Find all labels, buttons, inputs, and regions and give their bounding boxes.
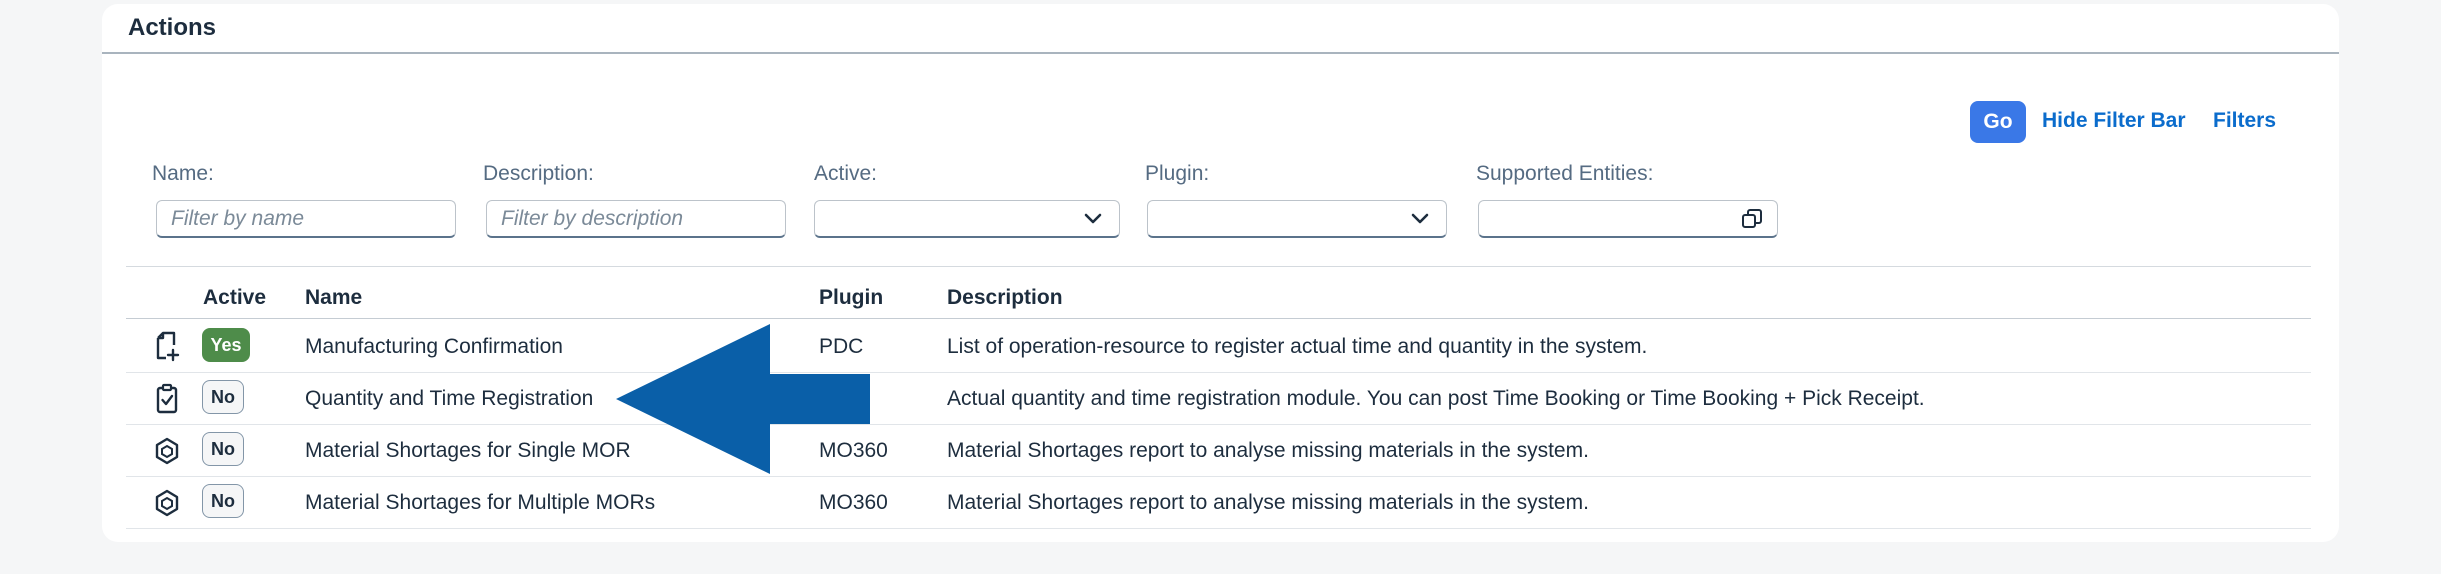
pointer-arrow-icon bbox=[616, 324, 870, 474]
header-divider bbox=[126, 318, 2311, 319]
table-row[interactable]: No Material Shortages for Multiple MORs … bbox=[126, 477, 2311, 528]
status-badge: Yes bbox=[202, 328, 250, 362]
chevron-down-icon bbox=[1411, 213, 1429, 224]
active-filter-select[interactable] bbox=[814, 200, 1120, 238]
column-header-name[interactable]: Name bbox=[305, 286, 362, 310]
go-button[interactable]: Go bbox=[1970, 101, 2026, 143]
table-bottom-border bbox=[126, 528, 2311, 529]
active-filter-label: Active: bbox=[814, 162, 878, 185]
row-name: Manufacturing Confirmation bbox=[305, 335, 563, 358]
document-add-icon bbox=[156, 331, 180, 362]
status-badge: No bbox=[202, 432, 244, 466]
row-name: Material Shortages for Single MOR bbox=[305, 439, 631, 462]
plugin-filter-label: Plugin: bbox=[1145, 162, 1210, 185]
column-header-plugin[interactable]: Plugin bbox=[819, 286, 883, 310]
value-help-icon[interactable] bbox=[1741, 208, 1763, 230]
table-top-border bbox=[126, 266, 2311, 267]
card-title: Actions bbox=[128, 14, 217, 41]
status-badge: No bbox=[202, 484, 244, 518]
row-name: Quantity and Time Registration bbox=[305, 387, 594, 410]
name-filter-label: Name: bbox=[152, 162, 214, 185]
status-badge: No bbox=[202, 380, 244, 414]
row-description: Actual quantity and time registration mo… bbox=[947, 387, 1925, 410]
row-description: Material Shortages report to analyse mis… bbox=[947, 439, 1589, 462]
material-hexagon-icon bbox=[155, 489, 179, 517]
row-name: Material Shortages for Multiple MORs bbox=[305, 491, 656, 514]
plugin-filter-select[interactable] bbox=[1147, 200, 1447, 238]
supported-entities-input[interactable] bbox=[1478, 200, 1778, 238]
clipboard-check-icon bbox=[156, 383, 178, 414]
row-plugin: MO360 bbox=[819, 491, 888, 514]
table-row[interactable]: No Material Shortages for Single MOR MO3… bbox=[126, 425, 2311, 476]
name-filter-input[interactable]: Filter by name bbox=[156, 200, 456, 238]
filters-button[interactable]: Filters bbox=[2213, 109, 2276, 133]
row-description: List of operation-resource to register a… bbox=[947, 335, 1648, 358]
actions-card: Actions Go Hide Filter Bar Filters Name:… bbox=[102, 4, 2339, 542]
title-divider bbox=[102, 52, 2339, 54]
hide-filter-bar-button[interactable]: Hide Filter Bar bbox=[2042, 109, 2186, 133]
chevron-down-icon bbox=[1084, 213, 1102, 224]
column-header-active[interactable]: Active bbox=[203, 286, 266, 310]
description-filter-label: Description: bbox=[483, 162, 594, 185]
supported-entities-filter-label: Supported Entities: bbox=[1476, 162, 1654, 185]
table-row[interactable]: Yes Manufacturing Confirmation PDC List … bbox=[126, 321, 2311, 372]
material-hexagon-icon bbox=[155, 437, 179, 465]
table-row[interactable]: No Quantity and Time Registration Actual… bbox=[126, 373, 2311, 424]
description-filter-input[interactable]: Filter by description bbox=[486, 200, 786, 238]
row-description: Material Shortages report to analyse mis… bbox=[947, 491, 1589, 514]
column-header-description[interactable]: Description bbox=[947, 286, 1063, 310]
